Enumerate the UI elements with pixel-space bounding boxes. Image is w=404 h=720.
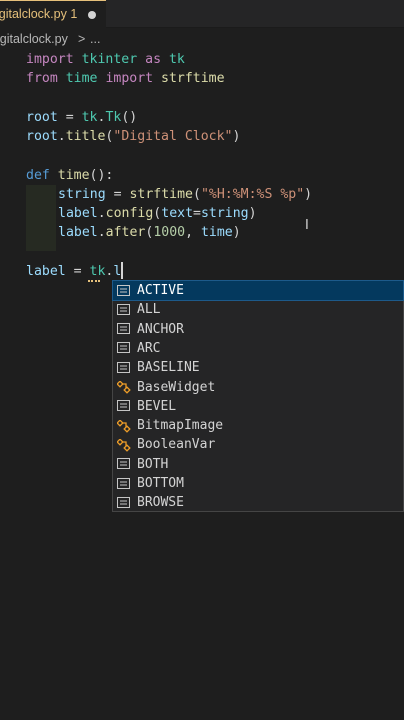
code-line-2: from time import strftime <box>26 71 225 86</box>
tab-label[interactable]: igitalclock.py 1 <box>0 7 77 21</box>
suggestion-item[interactable]: BooleanVar <box>113 435 403 454</box>
suggestion-item[interactable]: BOTTOM <box>113 474 403 493</box>
suggestion-label: BOTH <box>137 456 169 472</box>
breadcrumb-file[interactable]: igitalclock.py <box>0 32 68 46</box>
suggestion-item[interactable]: BROWSE <box>113 493 403 512</box>
code-editor[interactable]: import tkinter as tk from time import st… <box>0 50 404 279</box>
suggestion-label: BitmapImage <box>137 418 224 434</box>
suggestion-item[interactable]: ACTIVE <box>112 280 404 301</box>
class-icon <box>117 419 131 433</box>
unsaved-dot-icon[interactable] <box>88 11 96 19</box>
suggestion-label: BOTTOM <box>137 476 184 491</box>
code-line-9: label.config(text=string) <box>58 206 257 221</box>
constant-icon <box>117 284 131 297</box>
mouse-ibeam-icon: I <box>305 218 309 233</box>
suggestion-item[interactable]: BOTH <box>113 455 403 474</box>
suggestion-label: BooleanVar <box>137 437 216 453</box>
suggestion-item[interactable]: BASELINE <box>113 358 403 377</box>
code-line-7: def time(): <box>26 168 114 183</box>
suggestion-label: ARC <box>137 340 161 356</box>
constant-icon <box>117 496 131 509</box>
tab-bar: igitalclock.py 1 <box>0 0 404 28</box>
class-icon <box>117 438 131 452</box>
suggestion-label: BASELINE <box>137 360 200 376</box>
breadcrumb: igitalclock.py > ... <box>0 31 404 51</box>
code-line-1: import tkinter as tk <box>26 52 185 67</box>
autocomplete-popup[interactable]: ACTIVE ALL ANCHOR ARC BASELINE BaseWidget BEVE… <box>112 280 404 512</box>
suggestion-item[interactable]: BEVEL <box>113 397 403 416</box>
constant-icon <box>117 361 131 374</box>
suggestion-label: ALL <box>137 302 161 318</box>
suggestion-item[interactable]: ARC <box>113 339 403 358</box>
code-line-4: root = tk.Tk() <box>26 110 138 125</box>
suggestion-label: ACTIVE <box>137 283 184 298</box>
suggestion-item[interactable]: BaseWidget <box>113 378 403 397</box>
suggestion-label: BEVEL <box>137 398 177 414</box>
constant-icon <box>117 477 131 490</box>
constant-icon <box>117 342 131 354</box>
suggestion-label: BaseWidget <box>137 379 216 395</box>
suggestion-label: ANCHOR <box>137 321 184 337</box>
code-line-5: root.title("Digital Clock") <box>26 129 241 144</box>
suggestion-item[interactable]: ALL <box>113 300 403 319</box>
constant-icon <box>117 400 131 412</box>
constant-icon <box>117 458 131 470</box>
constant-icon <box>117 303 131 316</box>
suggestion-item[interactable]: ANCHOR <box>113 320 403 339</box>
constant-icon <box>117 323 131 335</box>
code-line-12: label = tk.l <box>26 264 122 279</box>
class-icon <box>117 381 131 394</box>
warning-squiggle <box>88 277 100 282</box>
breadcrumb-more[interactable]: ... <box>90 32 100 46</box>
suggestion-label: BROWSE <box>137 495 184 511</box>
suggestion-item[interactable]: BitmapImage <box>113 416 403 435</box>
text-cursor <box>121 262 123 279</box>
code-line-8: string = strftime("%H:%M:%S %p") <box>58 187 313 202</box>
breadcrumb-separator: > <box>78 32 86 46</box>
tab-digitalclock[interactable]: igitalclock.py 1 <box>0 0 106 28</box>
code-line-10: label.after(1000, time) <box>58 225 241 240</box>
